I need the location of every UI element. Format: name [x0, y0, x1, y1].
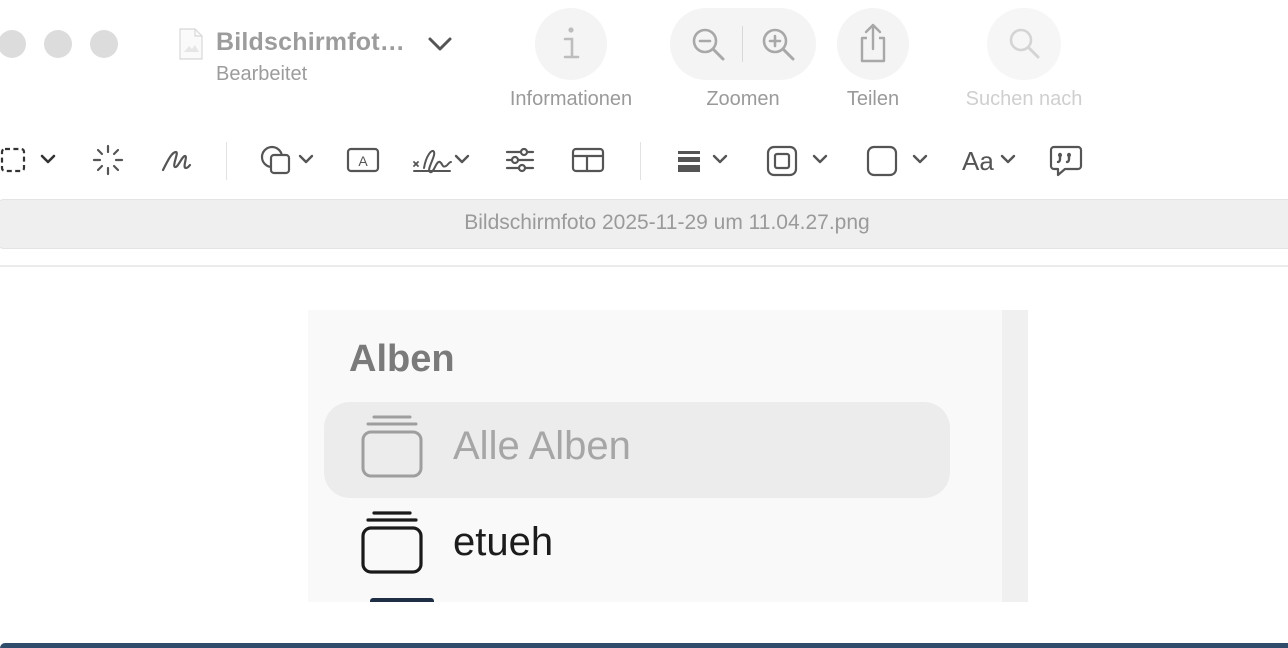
adjust-color-icon[interactable]	[502, 142, 538, 178]
instant-alpha-icon[interactable]	[90, 142, 126, 178]
search-button[interactable]	[987, 8, 1061, 80]
page-layout-icon[interactable]	[570, 142, 606, 178]
window-bottom-edge	[0, 643, 1288, 648]
text-box-icon[interactable]: A	[345, 142, 381, 178]
line-style-icon[interactable]	[674, 142, 734, 178]
document-divider	[0, 265, 1288, 267]
signature-icon[interactable]	[410, 142, 472, 178]
search-label: Suchen nach	[965, 88, 1083, 110]
sketch-icon[interactable]	[158, 142, 194, 178]
rectangular-selection-icon[interactable]	[0, 142, 60, 178]
document-status: Bearbeitet	[216, 63, 308, 85]
toolbar-divider	[226, 142, 227, 180]
border-color-icon[interactable]	[764, 142, 832, 178]
zoom-window-button[interactable]	[90, 30, 118, 58]
close-window-button[interactable]	[0, 30, 26, 58]
svg-text:A: A	[358, 153, 368, 169]
albums-heading: Alben	[349, 338, 455, 380]
image-document-icon	[179, 28, 203, 60]
shapes-icon[interactable]	[256, 142, 318, 178]
document-title[interactable]: Bildschirmfot…	[216, 28, 405, 57]
zoom-label: Zoomen	[706, 88, 780, 110]
toolbar-divider	[640, 142, 641, 180]
zoom-divider	[742, 26, 743, 62]
fill-color-icon[interactable]	[864, 142, 932, 178]
albums-stack-icon	[361, 415, 423, 478]
info-label: Informationen	[509, 88, 633, 110]
share-label: Teilen	[846, 88, 900, 110]
partial-album-thumbnail	[370, 598, 434, 602]
chevron-down-icon[interactable]	[426, 32, 454, 56]
comment-icon[interactable]	[1048, 142, 1084, 178]
share-icon	[860, 23, 886, 63]
filename-text: Bildschirmfoto 2025-11-29 um 11.04.27.pn…	[464, 211, 870, 234]
list-item-label: Alle Alben	[453, 424, 631, 468]
chevron-down-icon	[1000, 154, 1016, 164]
zoom-out-icon[interactable]	[690, 26, 728, 64]
text-style-button[interactable]: Aa	[960, 142, 1022, 178]
list-item-label: etueh	[453, 520, 554, 564]
albums-stack-icon	[361, 511, 423, 574]
info-button[interactable]	[535, 8, 607, 80]
minimize-window-button[interactable]	[44, 30, 72, 58]
zoom-control	[670, 8, 816, 80]
image-scrollbar	[1002, 310, 1028, 602]
search-icon	[1009, 28, 1040, 59]
text-style-label: Aa	[962, 146, 994, 176]
share-button[interactable]	[837, 8, 909, 80]
zoom-in-icon[interactable]	[760, 26, 798, 64]
info-icon	[563, 27, 580, 59]
